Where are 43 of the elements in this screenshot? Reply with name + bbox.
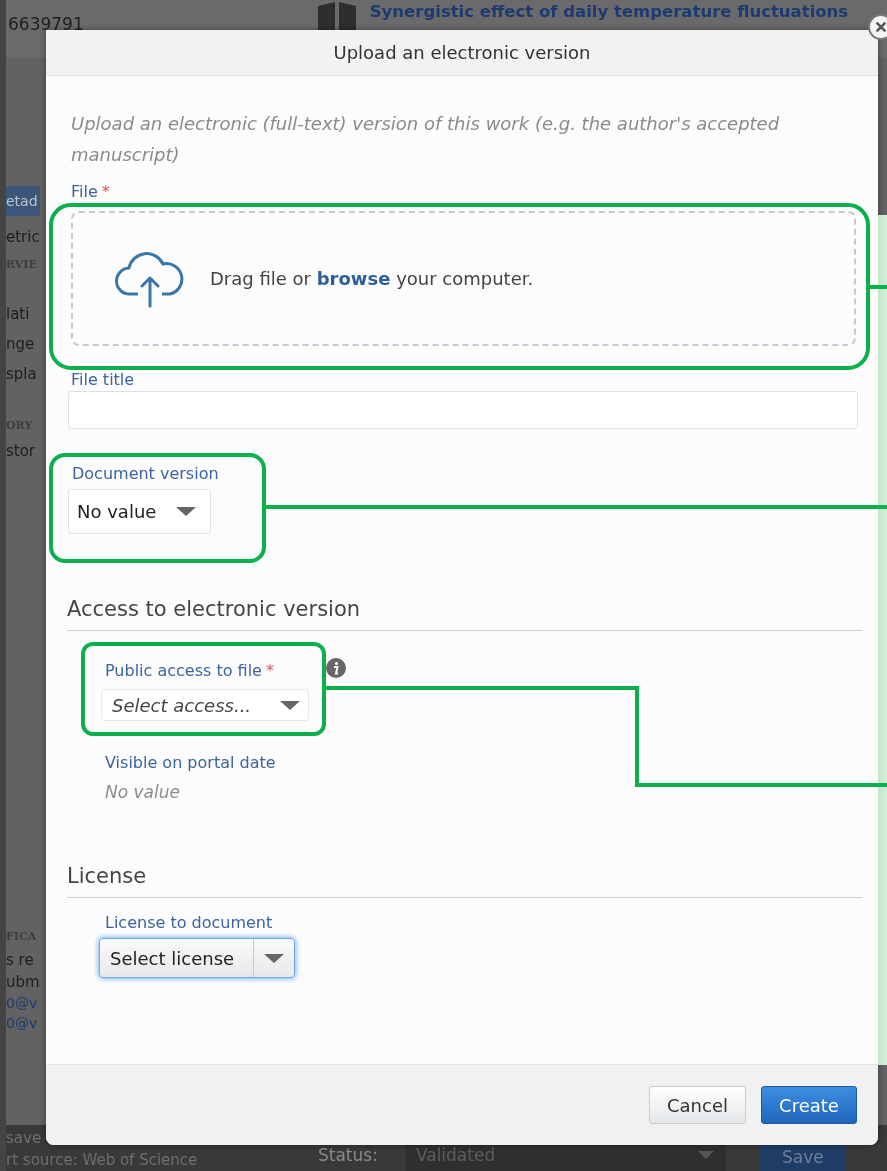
license-select[interactable]: Select license [99,938,295,978]
field-label: Public access to file [105,661,262,680]
dialog-title: Upload an electronic version [333,42,591,63]
sidebar-item[interactable]: nge [6,335,40,353]
create-button[interactable]: Create [761,1086,857,1124]
book-icon [315,2,358,32]
field-label: License to document [105,913,273,932]
field-label: Visible on portal date [105,753,276,772]
email-link[interactable]: 0@v [6,1015,40,1031]
required-mark: * [265,661,274,680]
section-heading: Access to electronic version [67,597,862,631]
sidebar-item[interactable]: spla [6,365,40,383]
sidebar-item[interactable]: lati [6,305,40,323]
record-title[interactable]: Synergistic effect of daily temperature fluctuations [369,2,849,21]
sidebar-item[interactable]: etric [6,228,40,246]
field-label: Document version [72,464,219,483]
caret-icon [280,700,300,710]
sidebar-item[interactable]: stor [6,442,40,460]
cloud-upload-icon [114,249,186,308]
leader-line [868,285,887,289]
drop-instruction: Drag file or browse your computer. [210,268,534,289]
field-label: File [71,181,98,201]
info-icon[interactable] [325,657,346,678]
access-select[interactable]: Select access... [101,689,309,721]
field-value: No value [105,782,180,802]
section-heading: License [67,864,862,898]
email-link[interactable]: 0@v [6,995,40,1011]
field-label: File title [71,370,135,389]
caret-icon [264,953,284,963]
required-mark: * [101,181,110,201]
record-id: 6639791 [8,14,84,34]
caret-icon [176,507,197,516]
file-title-input[interactable] [68,391,858,429]
status-label: Status: [318,1145,378,1167]
file-drop-zone[interactable]: Drag file or browse your computer. [71,211,856,346]
cancel-button[interactable]: Cancel [649,1086,746,1124]
sidebar-tab[interactable]: etad [6,186,40,216]
sidebar-item[interactable]: ubm [6,973,40,991]
sidebar-item[interactable]: s re [6,951,40,969]
document-version-select[interactable]: No value [68,489,211,534]
browse-link[interactable]: browse [316,268,391,289]
intro-text: Upload an electronic (full-text) version of this work (e.g. the author's accepted manuscript) [71,112,781,167]
save-button[interactable]: Save [759,1143,846,1171]
